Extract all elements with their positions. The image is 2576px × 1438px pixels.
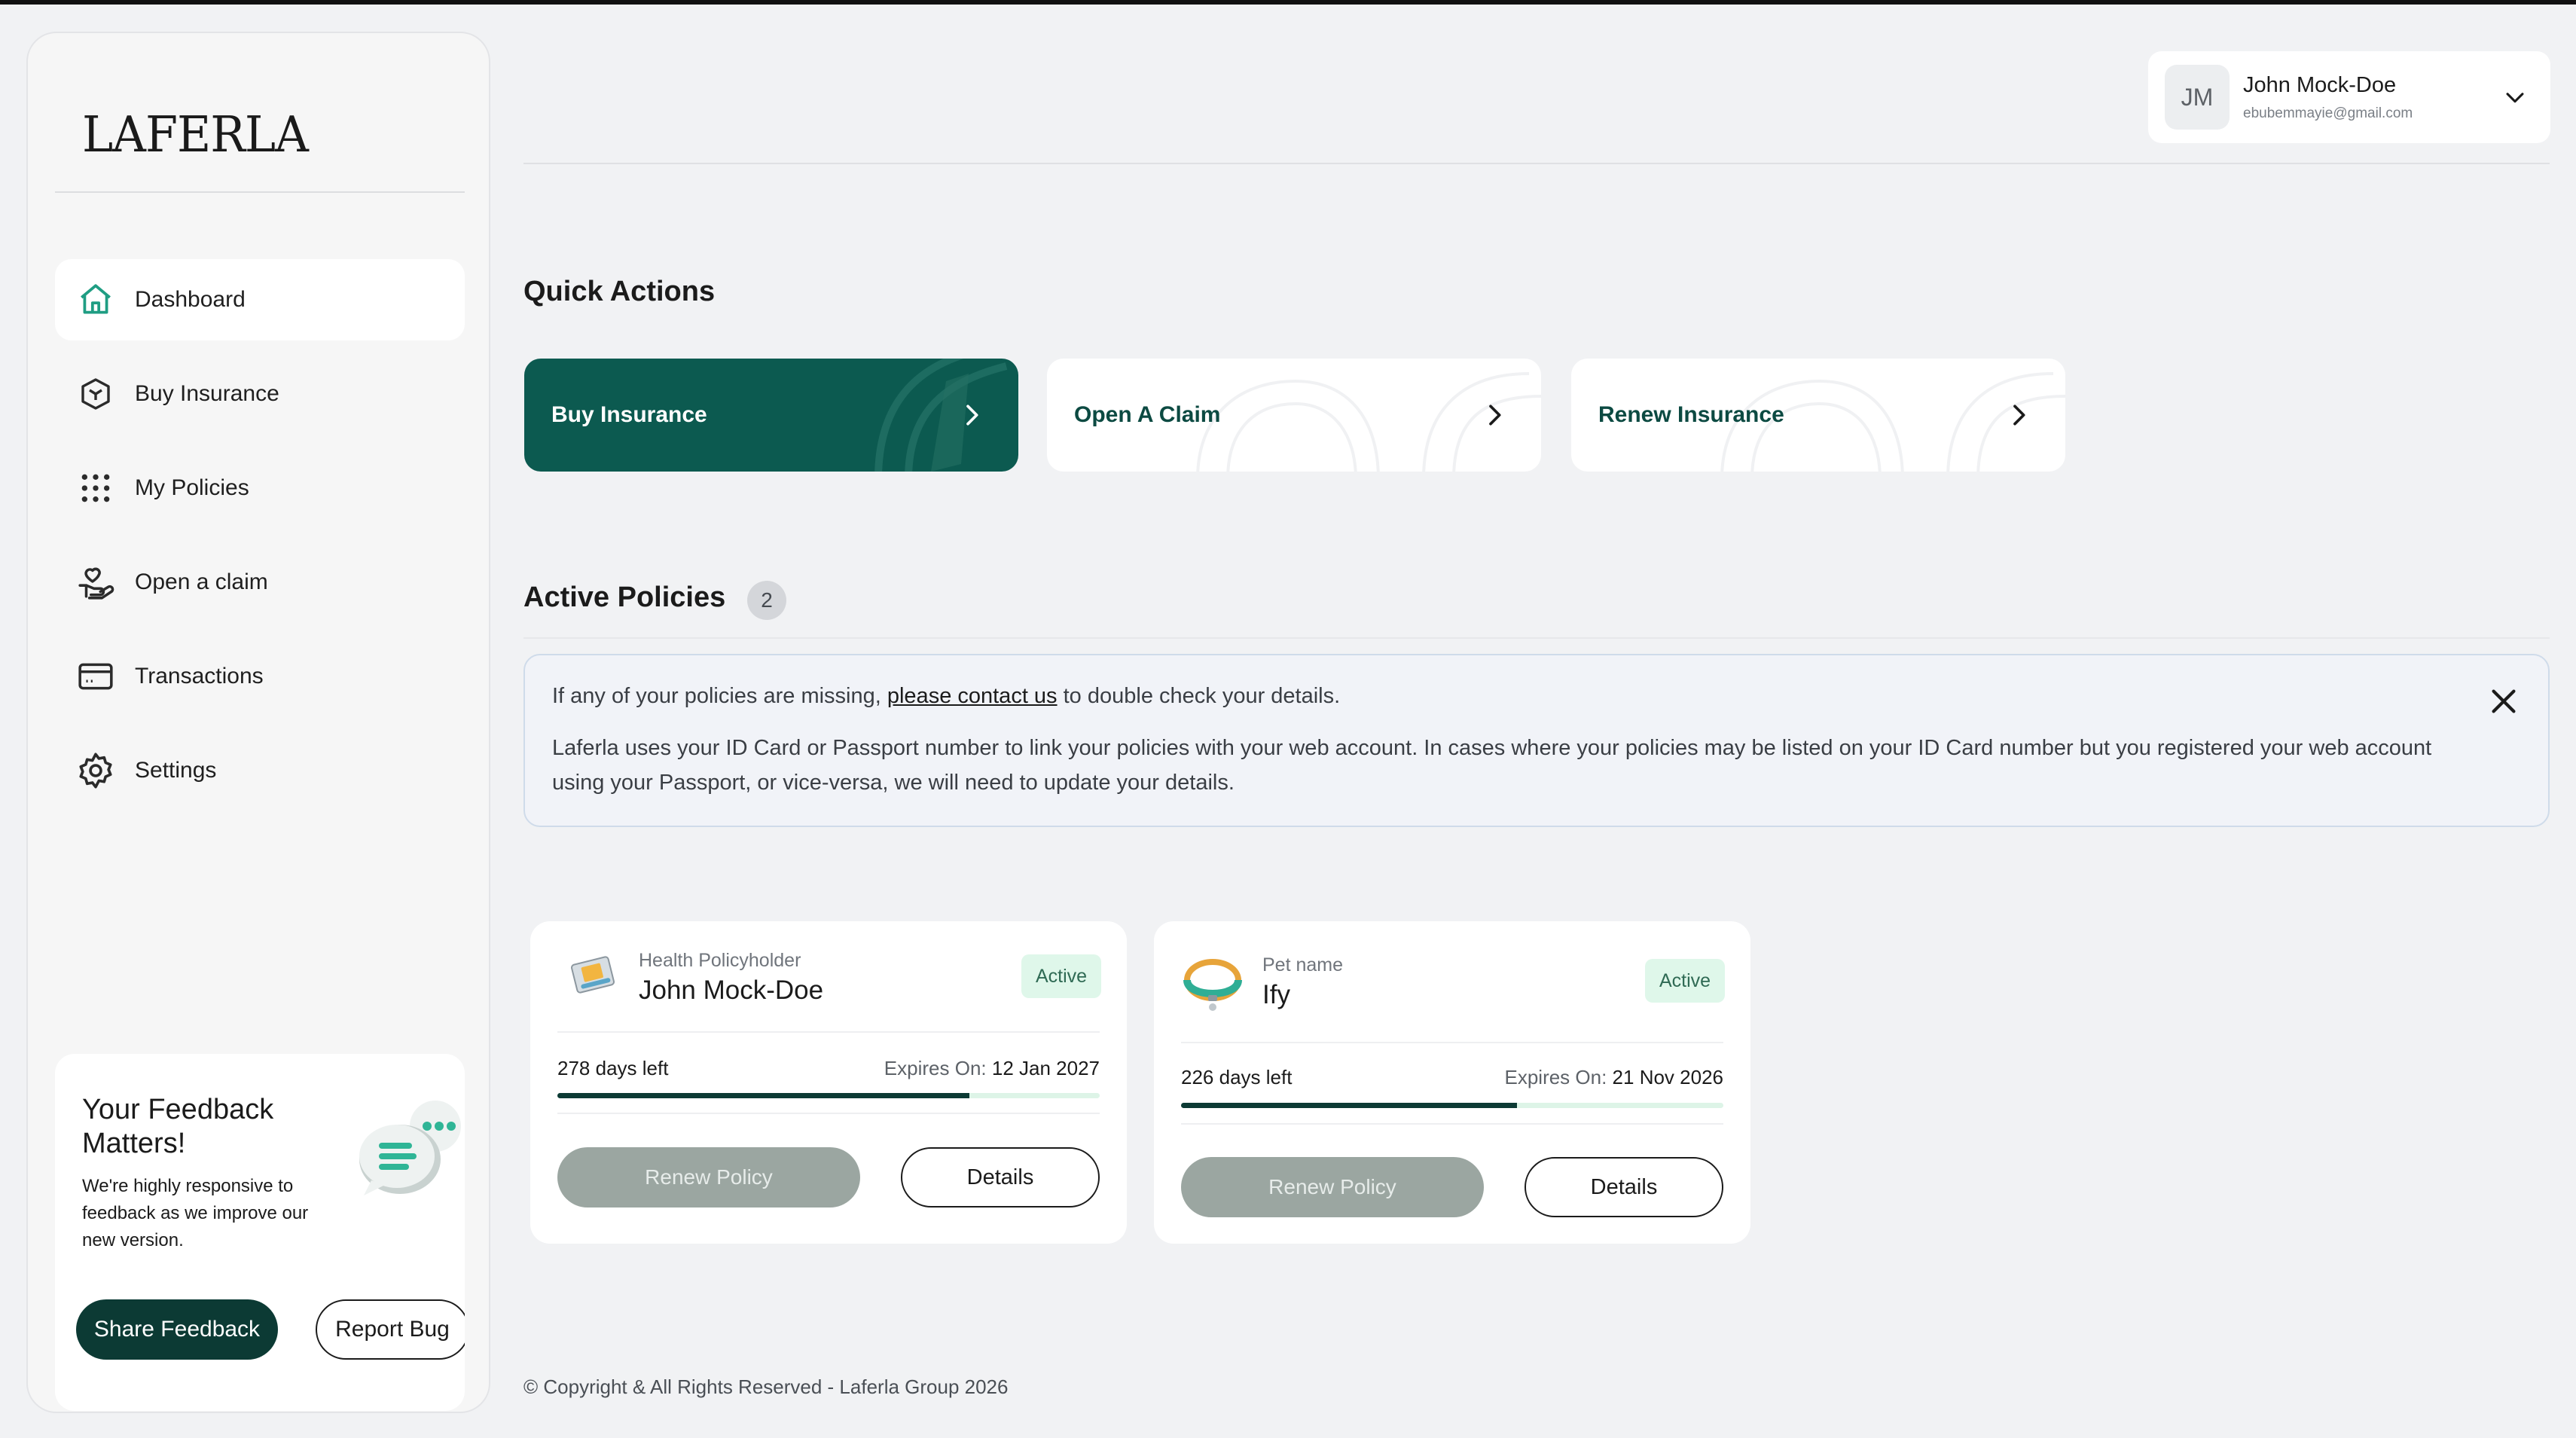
renew-policy-button[interactable]: Renew Policy [557, 1147, 860, 1207]
expiry-date: Expires On: 12 Jan 2027 [884, 1057, 1100, 1080]
feedback-card: Your Feedback Matters! We're highly resp… [55, 1054, 465, 1411]
policy-progress-bar [557, 1093, 1100, 1098]
footer-copyright: © Copyright & All Rights Reserved - Lafe… [523, 1375, 1009, 1398]
home-icon [76, 280, 115, 319]
health-card-icon [563, 948, 622, 1007]
sidebar-item-label: Dashboard [135, 287, 246, 312]
sidebar-item-buy-insurance[interactable]: Buy Insurance [55, 353, 465, 435]
gear-icon [76, 751, 115, 790]
box-icon [76, 374, 115, 414]
sidebar-item-settings[interactable]: Settings [55, 730, 465, 811]
sidebar-item-label: Buy Insurance [135, 381, 279, 406]
missing-policies-notice: If any of your policies are missing, ple… [523, 654, 2550, 827]
policy-count-badge: 2 [747, 581, 786, 620]
divider [523, 637, 2550, 639]
divider [55, 191, 465, 193]
feedback-text: We're highly responsive to feedback as w… [82, 1176, 309, 1250]
close-icon[interactable] [2486, 684, 2521, 719]
quick-action-open-claim[interactable]: Open A Claim [1047, 359, 1541, 472]
pet-collar-icon [1181, 953, 1242, 1012]
divider [557, 1113, 1100, 1114]
days-left: 226 days left [1181, 1066, 1293, 1088]
notice-text: to double check your details. [1057, 684, 1341, 708]
quick-action-label: Buy Insurance [551, 402, 707, 427]
days-left: 278 days left [557, 1057, 669, 1079]
expiry-value: 12 Jan 2027 [991, 1057, 1100, 1079]
expiry-label: Expires On: [1504, 1066, 1607, 1088]
active-policies-title: Active Policies [523, 582, 726, 613]
quick-action-label: Open A Claim [1074, 402, 1221, 427]
sidebar-item-open-claim[interactable]: Open a claim [55, 542, 465, 623]
chevron-right-icon [957, 400, 987, 430]
notice-line-2: Laferla uses your ID Card or Passport nu… [552, 736, 2432, 795]
divider [523, 163, 2550, 164]
feedback-title: Your Feedback Matters! [82, 1094, 274, 1159]
details-button[interactable]: Details [901, 1147, 1100, 1207]
sidebar-item-label: Open a claim [135, 569, 268, 594]
notice-text: If any of your policies are missing, [552, 684, 887, 708]
renew-policy-button[interactable]: Renew Policy [1181, 1157, 1484, 1217]
avatar: JM [2165, 65, 2230, 130]
share-feedback-button[interactable]: Share Feedback [76, 1299, 278, 1360]
chat-bubbles-icon [356, 1096, 465, 1201]
policy-progress-bar [1181, 1103, 1723, 1108]
policy-progress-fill [1181, 1103, 1518, 1108]
hand-heart-icon [76, 563, 115, 602]
top-border [0, 0, 2576, 5]
chevron-down-icon[interactable] [2502, 84, 2528, 110]
card-icon [76, 657, 115, 696]
quick-action-renew-insurance[interactable]: Renew Insurance [1571, 359, 2065, 472]
expiry-label: Expires On: [884, 1057, 987, 1079]
chevron-right-icon [2004, 400, 2034, 430]
details-button[interactable]: Details [1525, 1157, 1723, 1217]
contact-us-link[interactable]: please contact us [887, 684, 1058, 708]
brand-logo[interactable]: LAFERLA [82, 105, 309, 163]
quick-action-buy-insurance[interactable]: Buy Insurance [524, 359, 1018, 472]
policy-card: Health Policyholder John Mock-Doe Active… [530, 921, 1127, 1244]
sidebar-item-label: Transactions [135, 664, 264, 688]
divider [557, 1031, 1100, 1033]
divider [1181, 1042, 1723, 1043]
policy-progress-fill [557, 1093, 970, 1098]
expiry-value: 21 Nov 2026 [1612, 1066, 1723, 1088]
chevron-right-icon [1479, 400, 1509, 430]
sidebar-item-label: Settings [135, 758, 217, 783]
sidebar-item-label: My Policies [135, 475, 249, 500]
policy-holder-name: Ify [1262, 980, 1290, 1009]
notice-line-1: If any of your policies are missing, ple… [552, 684, 1340, 709]
policy-type-label: Pet name [1262, 954, 1344, 975]
user-email: ebubemmayie@gmail.com [2243, 105, 2413, 121]
policy-type-label: Health Policyholder [639, 950, 801, 971]
user-menu[interactable]: JM John Mock-Doe ebubemmayie@gmail.com [2148, 51, 2550, 143]
sidebar-item-my-policies[interactable]: My Policies [55, 447, 465, 529]
sidebar-item-dashboard[interactable]: Dashboard [55, 259, 465, 340]
quick-action-label: Renew Insurance [1598, 402, 1784, 427]
grid-dots-icon [76, 469, 115, 508]
user-info: John Mock-Doe ebubemmayie@gmail.com [2243, 73, 2413, 122]
user-name: John Mock-Doe [2243, 72, 2397, 97]
sidebar-item-transactions[interactable]: Transactions [55, 636, 465, 717]
expiry-date: Expires On: 21 Nov 2026 [1504, 1066, 1723, 1089]
quick-actions-title: Quick Actions [523, 276, 716, 307]
policy-holder-name: John Mock-Doe [639, 975, 824, 1005]
sidebar: LAFERLA Dashboard Buy Insurance My Polic… [26, 32, 490, 1413]
status-badge: Active [1645, 959, 1725, 1003]
policy-card: Pet name Ify Active 226 days left Expire… [1154, 921, 1750, 1244]
divider [1181, 1123, 1723, 1125]
status-badge: Active [1021, 954, 1101, 998]
sidebar-nav: Dashboard Buy Insurance My Policies Open… [55, 259, 465, 824]
report-bug-button[interactable]: Report Bug [316, 1299, 465, 1360]
